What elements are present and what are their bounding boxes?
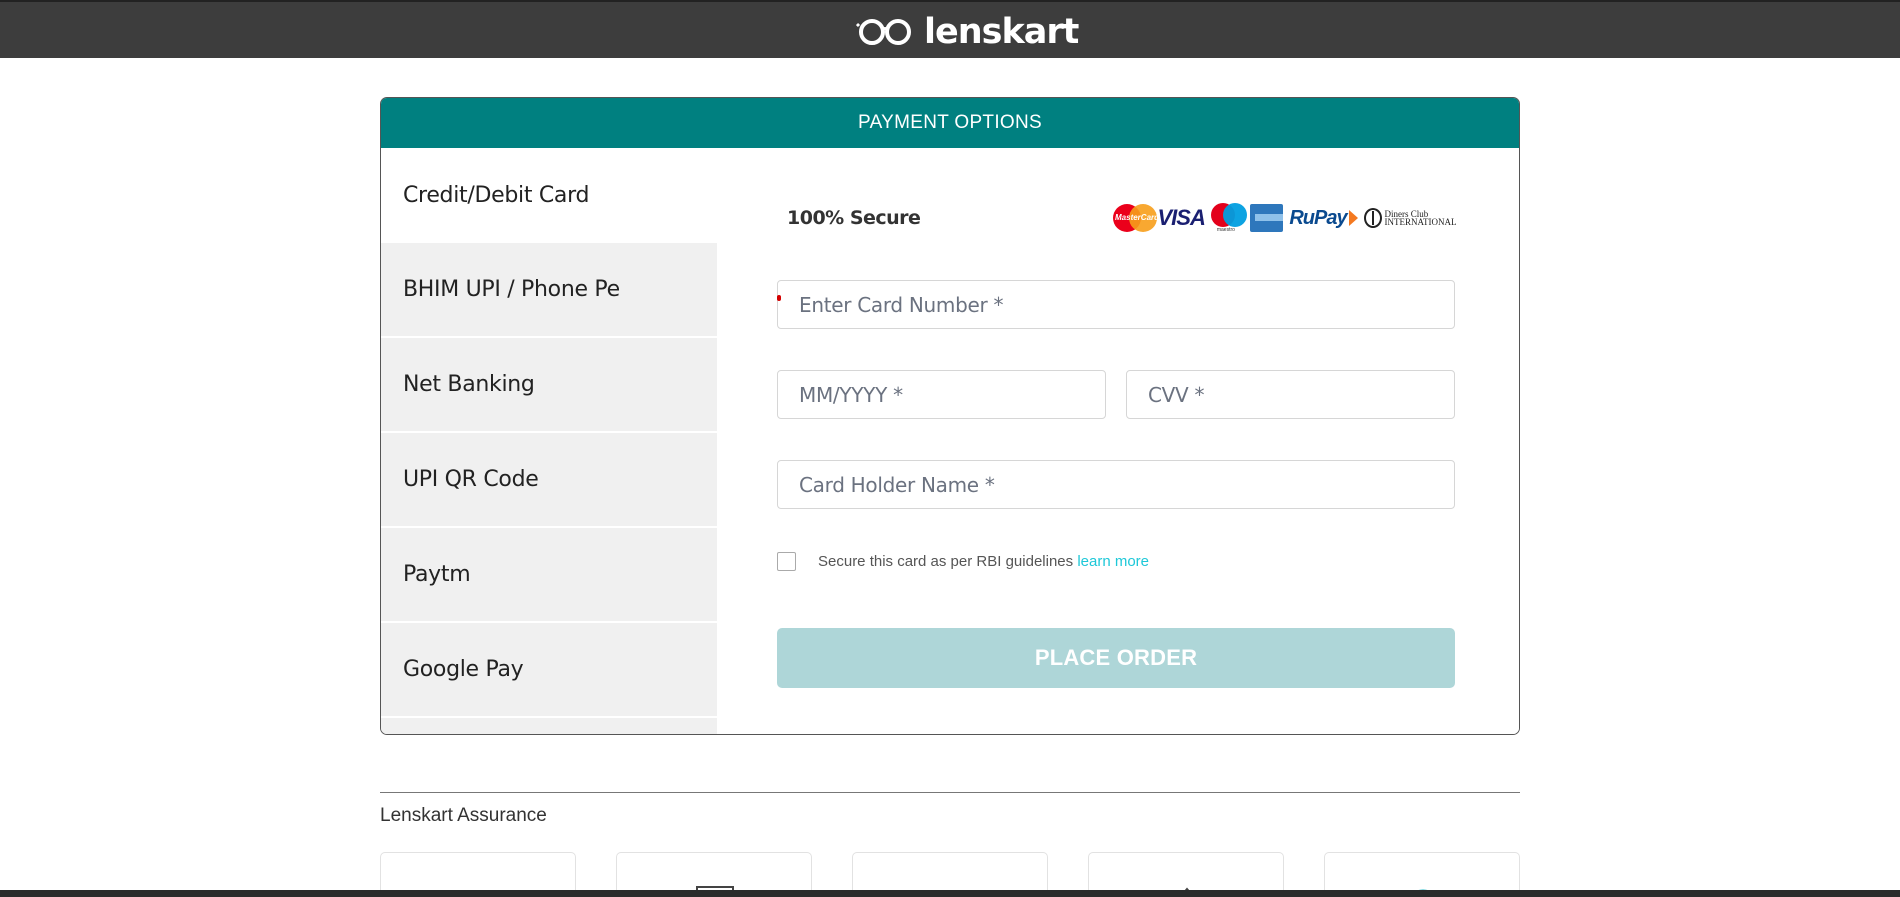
page-scroll-gutter xyxy=(1884,58,1900,897)
section-divider xyxy=(380,792,1520,793)
secure-row: 100% Secure MasterCard VISA maestro RuPa… xyxy=(787,203,1487,233)
tab-bhim-upi-phonepe[interactable]: BHIM UPI / Phone Pe xyxy=(381,243,717,338)
save-card-text: Secure this card as per RBI guidelines xyxy=(818,553,1074,570)
amex-icon xyxy=(1250,204,1284,232)
card-holder-name-input[interactable]: Card Holder Name * xyxy=(777,460,1455,509)
save-card-label: Secure this card as per RBI guidelines l… xyxy=(818,553,1149,570)
place-order-button[interactable]: PLACE ORDER xyxy=(777,628,1455,688)
expiry-input[interactable]: MM/YYYY * xyxy=(777,370,1106,419)
maestro-icon: maestro xyxy=(1210,203,1247,233)
payment-options-title: PAYMENT OPTIONS xyxy=(381,98,1519,148)
tab-paytm[interactable]: Paytm xyxy=(381,528,717,623)
glasses-logo-icon xyxy=(856,19,911,45)
assurance-title: Lenskart Assurance xyxy=(380,805,547,826)
card-number-input[interactable]: Enter Card Number * xyxy=(777,280,1455,329)
visa-icon: VISA xyxy=(1157,205,1206,230)
mastercard-icon: MasterCard xyxy=(1113,204,1159,232)
lenskart-logo[interactable]: lenskart xyxy=(856,12,1079,52)
card-payment-form: 100% Secure MasterCard VISA maestro RuPa… xyxy=(717,148,1519,734)
top-navbar: lenskart xyxy=(0,0,1900,58)
logo-text: lenskart xyxy=(924,12,1079,52)
cvv-input[interactable]: CVV * xyxy=(1126,370,1455,419)
diners-club-icon: Diners Club INTERNATIONAL xyxy=(1363,208,1487,228)
payment-method-tabs: Credit/Debit Card BHIM UPI / Phone Pe Ne… xyxy=(381,148,717,734)
bottom-edge xyxy=(0,890,1900,897)
payment-options-panel: PAYMENT OPTIONS Credit/Debit Card BHIM U… xyxy=(380,97,1520,735)
learn-more-link[interactable]: learn more xyxy=(1077,553,1149,570)
secure-label: 100% Secure xyxy=(787,207,921,229)
card-network-logos: MasterCard VISA maestro RuPay Diners Clu… xyxy=(1113,203,1487,233)
tab-google-pay[interactable]: Google Pay xyxy=(381,623,717,718)
tab-credit-debit-card[interactable]: Credit/Debit Card xyxy=(381,148,717,243)
tab-upi-qr-code[interactable]: UPI QR Code xyxy=(381,433,717,528)
rupay-icon: RuPay xyxy=(1289,206,1347,229)
tab-net-banking[interactable]: Net Banking xyxy=(381,338,717,433)
rupay-arrow-icon xyxy=(1348,210,1358,226)
save-card-checkbox[interactable] xyxy=(777,552,796,571)
